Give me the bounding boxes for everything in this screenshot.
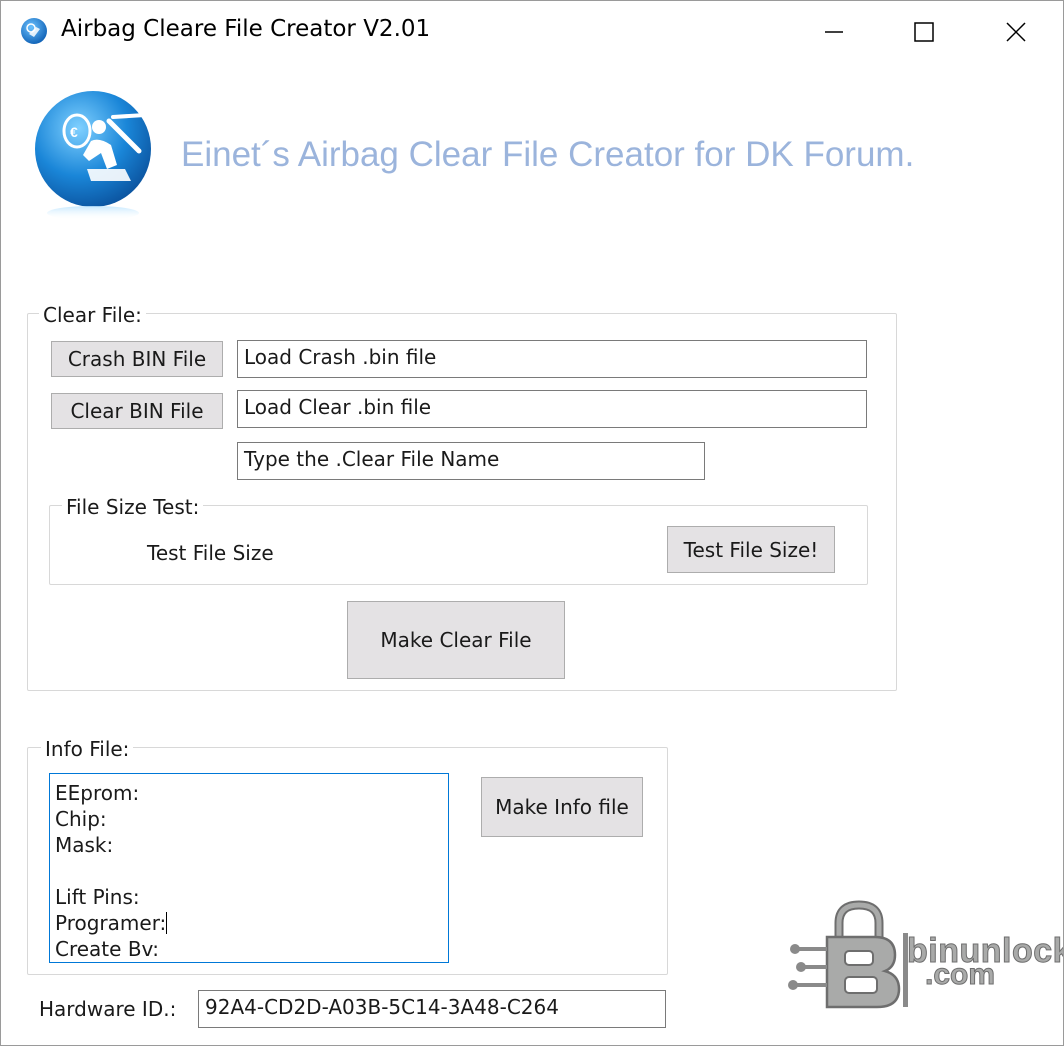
info-file-group-label: Info File: [41,737,134,761]
crash-bin-file-button[interactable]: Crash BIN File [51,341,223,377]
file-size-test-group-label: File Size Test: [62,495,204,519]
clear-bin-path-field[interactable]: Load Clear .bin file [237,390,867,428]
minimize-icon [825,31,843,33]
info-line-lift-pins: Lift Pins: [55,885,140,909]
info-line-chip: Chip: [55,807,107,831]
app-heading: Einet´s Airbag Clear File Creator for DK… [181,135,915,174]
maximize-icon [914,22,934,42]
window-title: Airbag Cleare File Creator V2.01 [61,16,431,42]
info-line-eeprom: EEprom: [55,781,140,805]
title-bar[interactable]: Airbag Cleare File Creator V2.01 [1,1,1063,63]
make-clear-file-button[interactable]: Make Clear File [347,601,565,679]
maximize-button[interactable] [879,1,969,63]
airbag-logo-icon: € [35,91,151,220]
hardware-id-field[interactable]: 92A4-CD2D-A03B-5C14-3A48-C264 [198,990,666,1028]
minimize-button[interactable] [789,1,879,63]
clear-file-name-field[interactable]: Type the .Clear File Name [237,442,705,480]
watermark-domain: .com [924,958,996,992]
hardware-id-label: Hardware ID.: [39,997,177,1021]
make-info-file-button[interactable]: Make Info file [481,777,643,837]
close-button[interactable] [971,1,1061,63]
info-file-textarea[interactable]: EEprom: Chip: Mask: Lift Pins: Programer… [49,773,449,963]
info-line-programer-wrap: Programer: [55,910,443,936]
app-window: Airbag Cleare File Creator V2.01 € Einet… [0,0,1064,1046]
file-size-status-label: Test File Size [147,541,274,565]
info-line-create-bv: Create Bv: [55,937,160,961]
airbag-app-icon [21,18,47,44]
crash-bin-path-field[interactable]: Load Crash .bin file [237,340,867,378]
svg-text:€: € [70,124,78,140]
close-icon [1006,22,1026,42]
info-line-programer: Programer: [55,911,167,935]
info-line-blank [55,858,443,884]
text-caret [166,912,168,934]
clear-file-group-label: Clear File: [39,303,146,327]
clear-bin-file-button[interactable]: Clear BIN File [51,393,223,429]
test-file-size-button[interactable]: Test File Size! [667,526,835,573]
info-line-mask: Mask: [55,833,114,857]
